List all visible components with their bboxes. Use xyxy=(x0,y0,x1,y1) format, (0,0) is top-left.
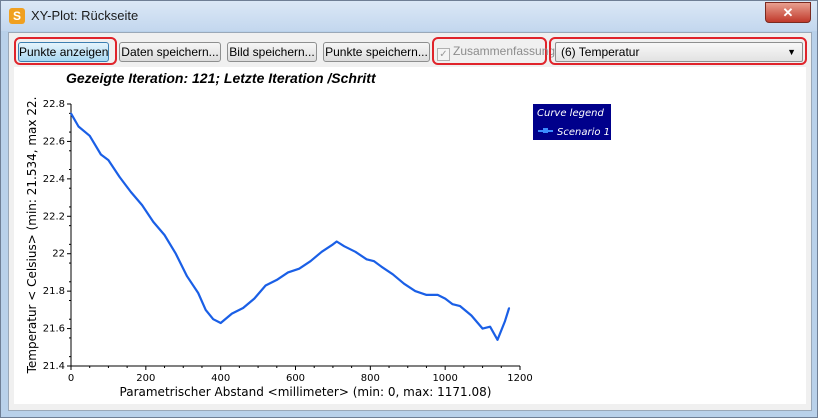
data-point xyxy=(504,320,506,322)
y-tick-label: 22.6 xyxy=(43,136,65,147)
window-title: XY-Plot: Rückseite xyxy=(31,8,139,23)
data-point xyxy=(231,312,233,315)
data-point xyxy=(414,290,417,292)
y-tick-label: 22.4 xyxy=(43,174,65,185)
x-tick-label: 0 xyxy=(68,373,74,384)
data-point xyxy=(88,135,91,137)
data-point xyxy=(335,240,338,243)
data-point xyxy=(186,275,188,277)
x-tick-label: 400 xyxy=(211,373,230,384)
data-point xyxy=(275,279,278,281)
data-point xyxy=(403,282,405,285)
data-point xyxy=(508,307,510,309)
data-point xyxy=(212,318,214,321)
x-tick-label: 200 xyxy=(136,373,155,384)
variable-select-value: (6) Temperatur xyxy=(561,45,640,59)
data-point xyxy=(77,125,80,128)
save-points-button[interactable]: Punkte speichern... xyxy=(323,42,430,62)
data-point xyxy=(470,314,473,317)
close-button[interactable]: ✕ xyxy=(765,2,811,23)
title-bar[interactable]: S XY-Plot: Rückseite ✕ xyxy=(1,1,817,31)
save-image-button[interactable]: Bild speichern... xyxy=(227,42,317,62)
x-tick-label: 800 xyxy=(361,373,380,384)
summary-checkbox[interactable]: ✓ xyxy=(437,48,450,61)
data-point xyxy=(451,303,454,306)
x-tick-label: 1000 xyxy=(432,373,457,384)
data-point xyxy=(130,191,132,193)
data-point xyxy=(298,267,301,270)
data-point xyxy=(242,307,244,309)
show-points-button[interactable]: Punkte anzeigen xyxy=(18,42,109,62)
summary-checkbox-group[interactable]: ✓ Zusammenfassung xyxy=(437,42,556,61)
y-axis-label: Temperatur < Celsius> (min: 21.534, max … xyxy=(25,97,39,375)
y-tick-label: 21.4 xyxy=(43,361,65,372)
legend-entry-scenario-1: Scenario 1 xyxy=(557,127,610,138)
data-point xyxy=(107,159,110,161)
client-area: Punkte anzeigen Daten speichern... Bild … xyxy=(8,32,812,411)
data-point xyxy=(264,284,267,287)
x-axis-label: Parametrischer Abstand <millimeter> (min… xyxy=(120,385,492,399)
xy-chart: 0 200 400 600 800 1000 1200 21.4 21.6 21.8 22 22.2 2… xyxy=(25,97,611,399)
legend-marker-swatch xyxy=(543,128,548,133)
x-tick-label: 600 xyxy=(286,373,305,384)
data-point xyxy=(489,325,491,328)
app-logo-icon: S xyxy=(9,8,25,24)
data-point xyxy=(481,327,484,330)
data-point xyxy=(343,245,345,248)
data-point xyxy=(100,153,102,156)
data-point xyxy=(141,204,143,206)
data-point xyxy=(204,309,207,311)
data-point xyxy=(444,297,446,300)
data-point xyxy=(496,339,499,341)
data-point xyxy=(309,260,312,262)
x-tick-label: 1200 xyxy=(507,373,532,384)
plot-title: Gezeigte Iteration: 121; Letzte Iteratio… xyxy=(66,70,376,86)
y-tick-label: 22 xyxy=(52,249,65,260)
data-point xyxy=(380,266,383,268)
data-point xyxy=(197,292,200,294)
data-point xyxy=(287,271,289,274)
data-point xyxy=(253,297,256,300)
data-point xyxy=(320,251,323,253)
data-point xyxy=(118,176,121,178)
data-point xyxy=(365,258,368,261)
app-window: S XY-Plot: Rückseite ✕ Punkte anzeigen D… xyxy=(0,0,818,418)
data-point xyxy=(70,112,72,115)
data-point xyxy=(163,234,166,236)
legend-title: Curve legend xyxy=(537,108,604,119)
y-tick-label: 22.8 xyxy=(43,99,65,110)
data-point xyxy=(219,322,222,324)
data-point xyxy=(332,243,334,246)
y-tick-label: 21.6 xyxy=(43,324,65,335)
data-point xyxy=(436,294,439,296)
summary-label: Zusammenfassung xyxy=(453,44,556,58)
series-line-scenario-1 xyxy=(70,112,511,341)
data-point xyxy=(425,294,428,296)
data-point xyxy=(354,251,357,253)
plot-area: Gezeigte Iteration: 121; Letzte Iteratio… xyxy=(14,67,806,404)
toolbar: Punkte anzeigen Daten speichern... Bild … xyxy=(9,33,811,67)
dropdown-arrow-icon[interactable]: ▼ xyxy=(787,43,796,61)
y-tick-label: 22.2 xyxy=(43,211,65,222)
data-point xyxy=(459,305,461,307)
variable-select[interactable]: (6) Temperatur ▼ xyxy=(555,42,803,62)
data-point xyxy=(174,252,177,255)
data-point xyxy=(373,260,375,262)
y-tick-label: 21.8 xyxy=(43,286,65,297)
data-point xyxy=(391,273,394,276)
data-point xyxy=(152,221,155,223)
save-data-button[interactable]: Daten speichern... xyxy=(119,42,221,62)
